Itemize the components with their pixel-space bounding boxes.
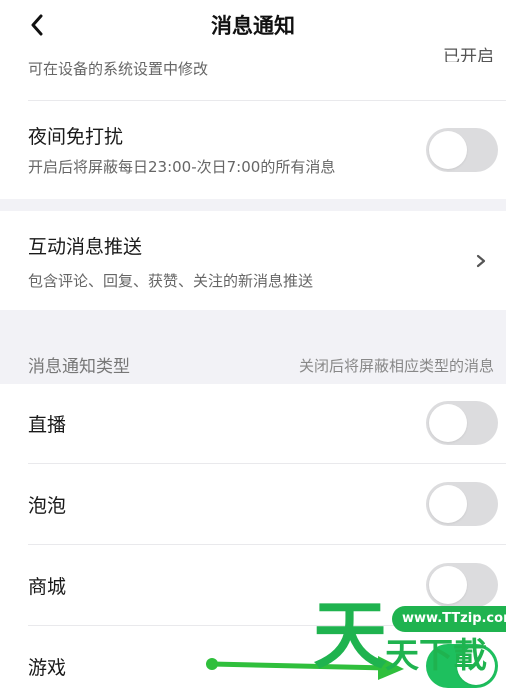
section-gap (0, 310, 506, 340)
back-button[interactable] (22, 10, 52, 40)
chevron-left-icon (31, 14, 43, 36)
section-gap (0, 199, 506, 211)
bubble-toggle[interactable] (426, 482, 498, 526)
watermark-url: www.TTzip.com (392, 606, 506, 632)
toggle-knob (429, 404, 467, 442)
list-item-label: 商城 (28, 576, 67, 598)
toggle-knob (429, 485, 467, 523)
types-section-label: 消息通知类型 (28, 357, 130, 377)
night-mode-subtitle: 开启后将屏蔽每日23:00-次日7:00的所有消息 (28, 158, 336, 176)
types-section-hint: 关闭后将屏蔽相应类型的消息 (298, 357, 494, 375)
list-item-label: 直播 (28, 414, 67, 436)
list-item-label: 游戏 (28, 657, 67, 679)
live-toggle[interactable] (426, 401, 498, 445)
toggle-knob (429, 131, 467, 169)
chevron-right-icon (476, 254, 486, 268)
interaction-push-row[interactable] (0, 211, 506, 310)
mall-toggle[interactable] (426, 563, 498, 607)
toggle-knob (429, 566, 467, 604)
night-mode-toggle[interactable] (426, 128, 498, 172)
interaction-push-title: 互动消息推送 (28, 236, 143, 258)
interaction-push-subtitle: 包含评论、回复、获赞、关注的新消息推送 (28, 272, 314, 290)
watermark-logo: 天 (313, 593, 387, 679)
list-item-label: 泡泡 (28, 495, 67, 517)
system-settings-hint: 可在设备的系统设置中修改 (28, 60, 209, 78)
watermark-text: 天下載 (385, 636, 487, 676)
night-mode-title: 夜间免打扰 (28, 126, 124, 148)
page-title: 消息通知 (211, 14, 295, 38)
system-notification-status: 已开启 (443, 47, 494, 62)
